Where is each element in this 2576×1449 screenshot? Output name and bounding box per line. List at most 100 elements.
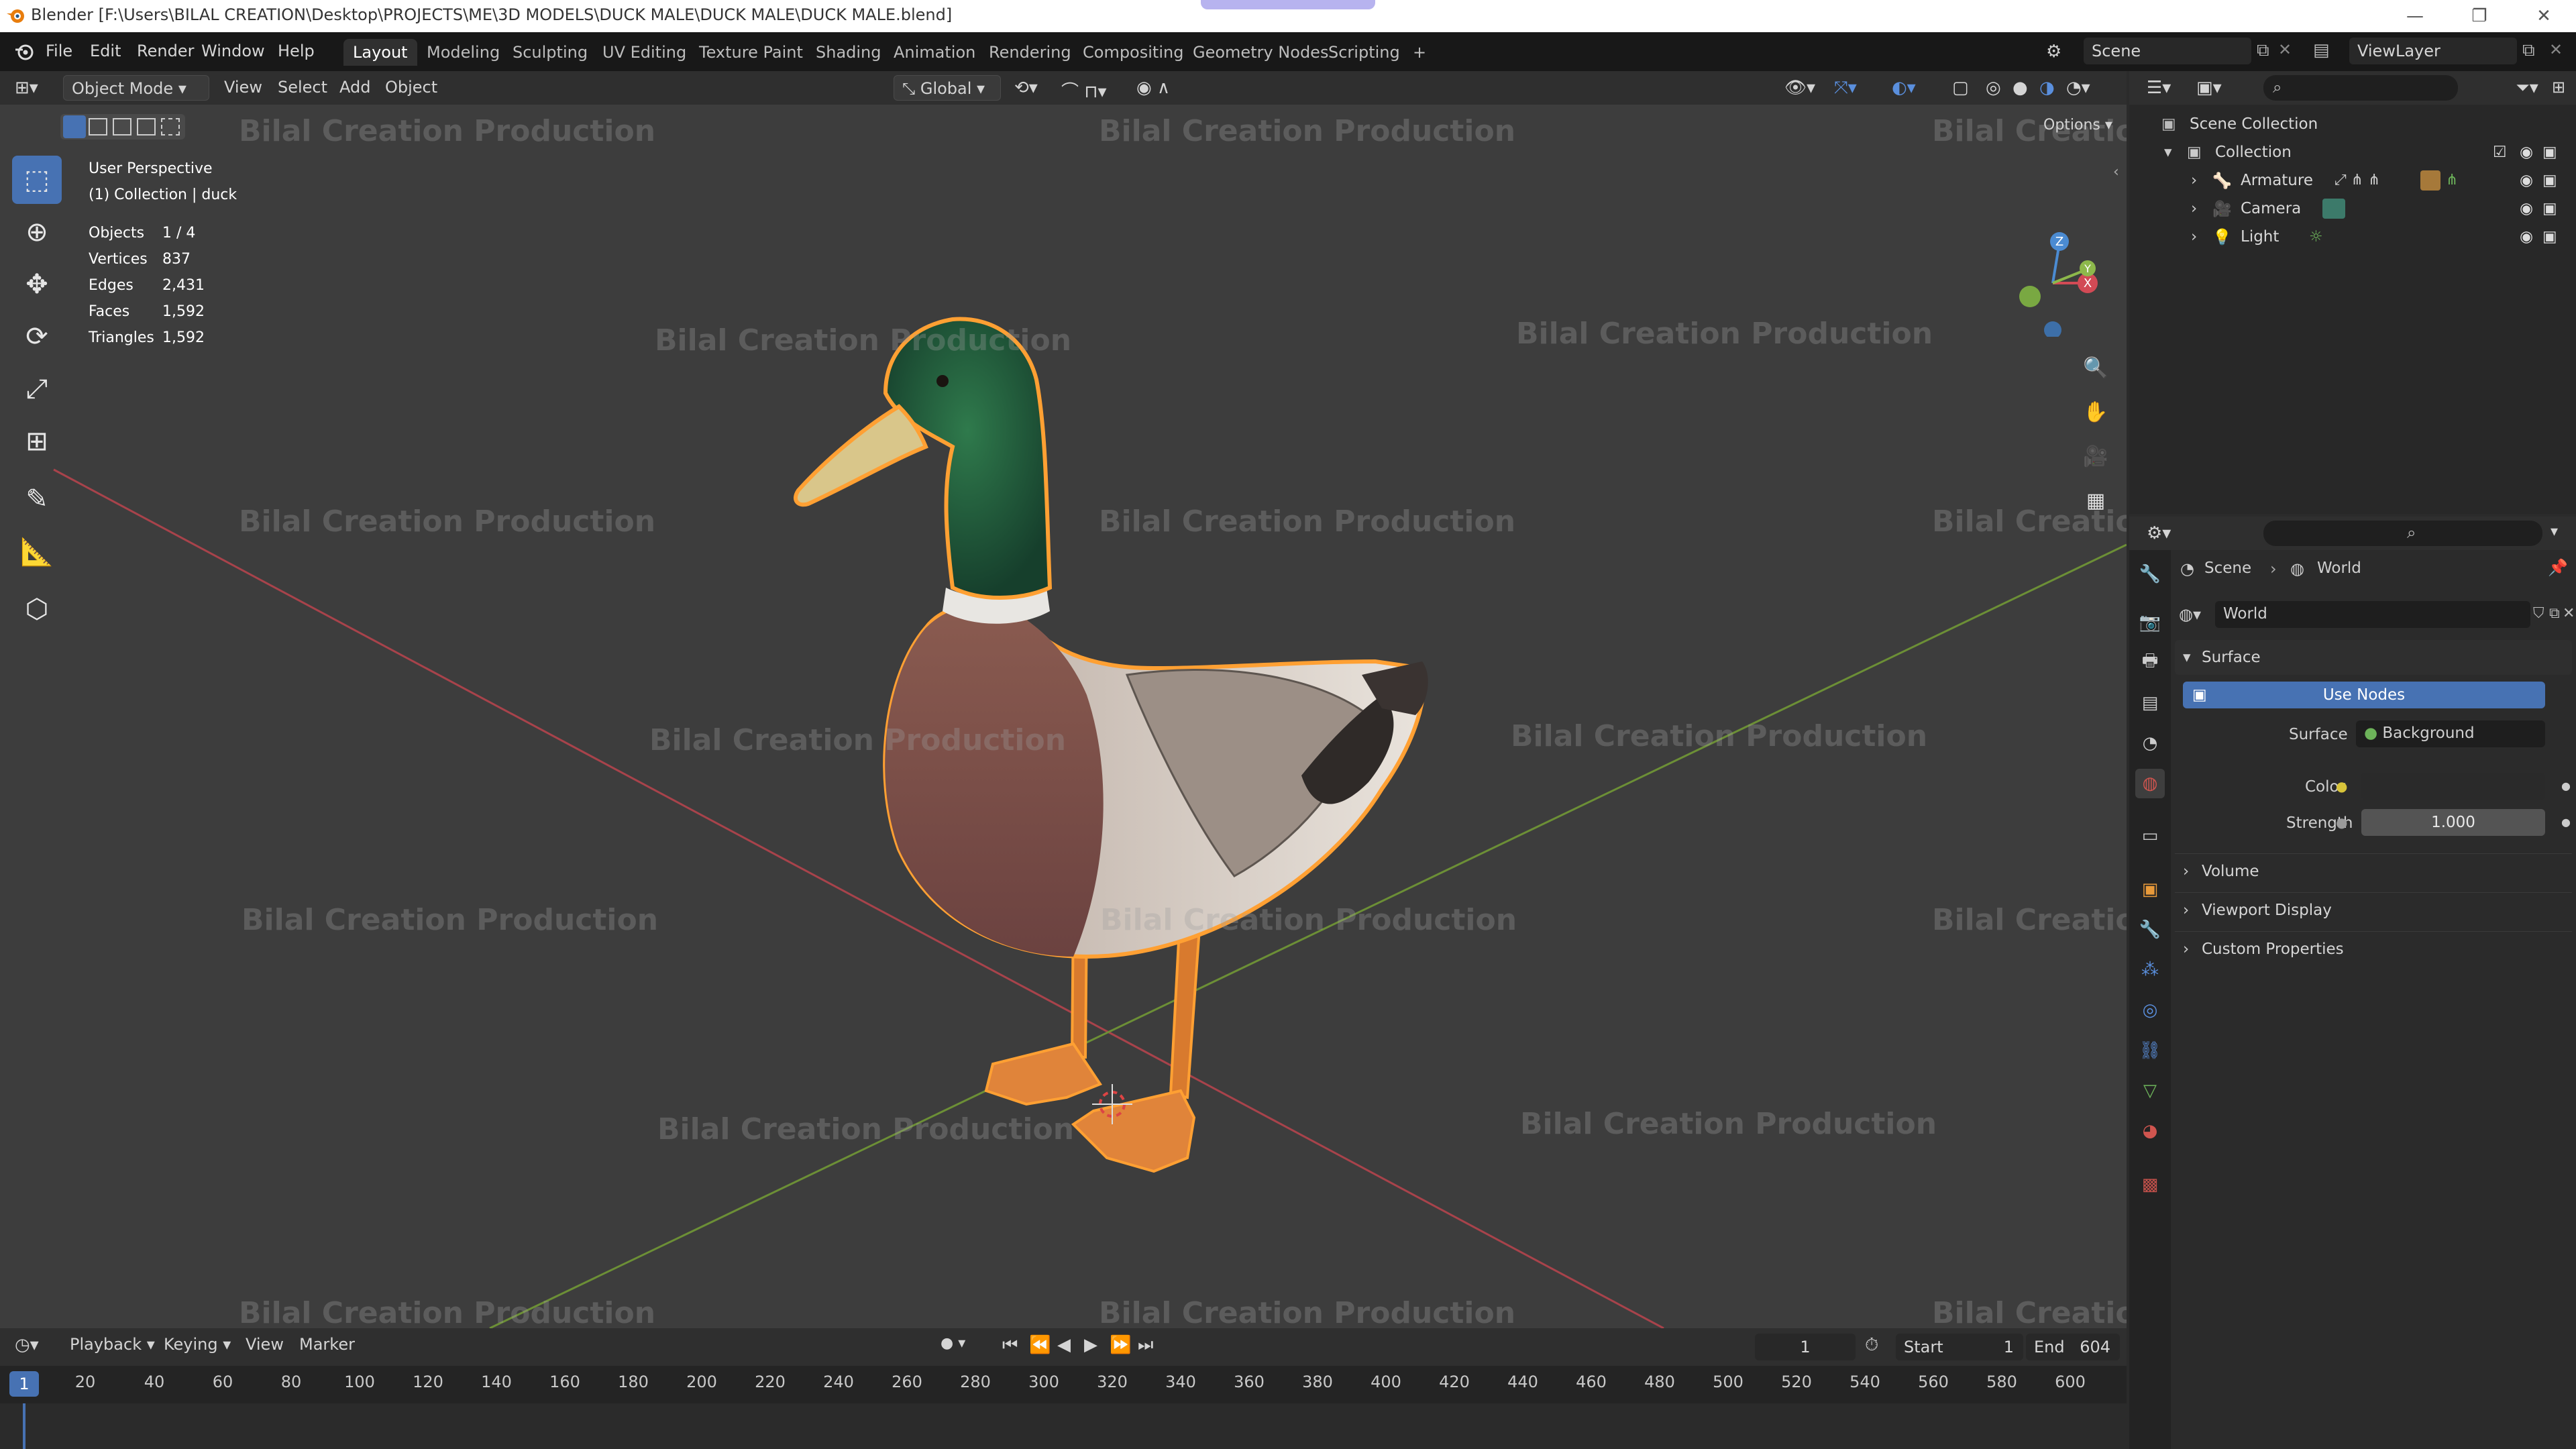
menu-object[interactable]: Object xyxy=(385,78,437,97)
cursor-tool-icon[interactable]: ⊕ xyxy=(12,208,62,256)
pan-hand-icon[interactable]: ✋ xyxy=(2078,394,2113,429)
jump-start-icon[interactable]: ⏮ xyxy=(1002,1335,1018,1356)
unlink-world-icon[interactable]: ✕ xyxy=(2563,605,2575,622)
render-tab-icon[interactable]: 📷 xyxy=(2135,608,2165,637)
select-subtract-icon[interactable] xyxy=(113,118,131,136)
material-tab-icon[interactable]: ◕ xyxy=(2135,1116,2165,1146)
menu-view[interactable]: View xyxy=(224,78,262,97)
outliner-editor-type-icon[interactable]: ☰▾ xyxy=(2147,78,2171,98)
properties-editor-type-icon[interactable]: ⚙▾ xyxy=(2147,523,2171,543)
expand-chevron-icon[interactable]: › xyxy=(2191,200,2197,217)
new-world-icon[interactable]: ⧉ xyxy=(2549,605,2560,622)
new-scene-icon[interactable]: ⧉ xyxy=(2257,40,2269,61)
properties-search-input[interactable]: ⌕ xyxy=(2263,521,2542,546)
visibility-eye-icon[interactable]: ◉ xyxy=(2520,228,2533,246)
properties-options-chevron-icon[interactable]: ▾ xyxy=(2551,523,2558,540)
tab-texture-paint[interactable]: Texture Paint xyxy=(690,39,812,66)
delete-view-layer-icon[interactable]: ✕ xyxy=(2549,40,2563,59)
tab-modeling[interactable]: Modeling xyxy=(417,39,509,66)
tool-tab-icon[interactable]: 🔧 xyxy=(2135,559,2165,589)
world-name-field[interactable]: World xyxy=(2215,601,2530,628)
overlay-toggle-icon[interactable]: ◐▾ xyxy=(1892,78,1916,98)
visibility-eye-icon[interactable]: ◉ xyxy=(2520,200,2533,217)
new-collection-icon[interactable]: ⊞ xyxy=(2552,78,2565,97)
light-data-icon[interactable]: ☼ xyxy=(2309,228,2323,246)
sidebar-toggle-chevron-icon[interactable]: ‹ xyxy=(2113,164,2119,180)
outliner-item-armature[interactable]: › 🦴 Armature ⤢ ⋔ ⋔ ⋔ ◉ ▣ xyxy=(2129,166,2576,195)
material-shading-icon[interactable]: ◑ xyxy=(2039,78,2055,98)
outliner-scene-collection[interactable]: ▣ Scene Collection xyxy=(2129,110,2576,138)
expand-chevron-icon[interactable]: › xyxy=(2191,172,2197,189)
add-cube-tool-icon[interactable]: ⬡ xyxy=(12,585,62,633)
blender-menu-icon[interactable] xyxy=(13,42,35,63)
tab-geometry-nodes[interactable]: Geometry Nodes xyxy=(1183,39,1338,66)
rendered-shading-icon[interactable]: ◔▾ xyxy=(2066,78,2090,98)
menu-edit[interactable]: Edit xyxy=(90,42,121,60)
options-dropdown[interactable]: Options ▾ xyxy=(2043,117,2112,133)
playhead-line[interactable] xyxy=(23,1403,25,1449)
outliner-item-camera[interactable]: › 🎥 Camera ◉ ▣ xyxy=(2129,195,2576,223)
bone-child-icon[interactable]: ⋔ xyxy=(2446,172,2458,189)
timeline-view-menu[interactable]: View xyxy=(246,1335,284,1354)
viewport-display-section-header[interactable]: › Viewport Display xyxy=(2175,892,2572,927)
filter-icon[interactable]: ⏷▾ xyxy=(2516,78,2538,99)
scene-name-field[interactable]: Scene xyxy=(2084,38,2251,64)
view-layer-tab-icon[interactable]: ▤ xyxy=(2135,688,2165,718)
outliner-search-input[interactable]: ⌕ xyxy=(2263,75,2458,101)
measure-tool-icon[interactable]: 📐 xyxy=(12,527,62,576)
collection-tab-icon[interactable]: ▭ xyxy=(2135,821,2165,851)
navigation-gizmo[interactable]: Z X Y xyxy=(2006,223,2100,337)
menu-window[interactable]: Window xyxy=(201,42,265,60)
close-button[interactable]: ✕ xyxy=(2512,0,2576,32)
display-mode-icon[interactable]: ▣▾ xyxy=(2196,78,2222,98)
scene-selector-icon[interactable]: ⚙ xyxy=(2046,42,2061,62)
camera-data-icon[interactable] xyxy=(2322,199,2345,219)
new-view-layer-icon[interactable]: ⧉ xyxy=(2522,40,2535,61)
timeline-ruler[interactable]: 1 20 40 60 80 100 120 140 160 180 200 22… xyxy=(0,1366,2127,1403)
outliner-collection[interactable]: ▾ ▣ Collection ☑ ◉ ▣ xyxy=(2129,138,2576,166)
current-frame-indicator[interactable]: 1 xyxy=(9,1371,39,1397)
pivot-point-icon[interactable]: ⟲▾ xyxy=(1014,78,1038,98)
texture-tab-icon[interactable]: ▩ xyxy=(2135,1170,2165,1199)
constraint-tab-icon[interactable]: ⛓ xyxy=(2135,1036,2165,1065)
collapse-chevron-icon[interactable]: ▾ xyxy=(2164,144,2172,161)
menu-render[interactable]: Render xyxy=(137,42,194,60)
select-intersect-icon[interactable] xyxy=(161,118,180,136)
custom-properties-section-header[interactable]: › Custom Properties xyxy=(2175,931,2572,966)
play-reverse-icon[interactable]: ◀ xyxy=(1057,1335,1071,1355)
start-frame-field[interactable]: Start 1 xyxy=(1896,1334,2023,1360)
render-camera-icon[interactable]: ▣ xyxy=(2542,228,2557,246)
preview-range-icon[interactable]: ⏱ xyxy=(1865,1335,1878,1356)
render-camera-icon[interactable]: ▣ xyxy=(2542,200,2557,217)
xray-icon[interactable]: ▢ xyxy=(1952,78,1969,98)
minimize-button[interactable]: — xyxy=(2383,0,2447,32)
timeline-editor-type-icon[interactable]: ◷▾ xyxy=(15,1335,39,1355)
tab-rendering[interactable]: Rendering xyxy=(979,39,1081,66)
surface-section-header[interactable]: ▾ Surface xyxy=(2175,640,2572,675)
transform-tool-icon[interactable]: ⊞ xyxy=(12,417,62,466)
orientation-dropdown[interactable]: ⤡ Global ▾ xyxy=(894,75,1001,101)
collection-checkbox[interactable]: ☑ xyxy=(2493,144,2507,161)
tab-sculpting[interactable]: Sculpting xyxy=(503,39,597,66)
menu-add[interactable]: Add xyxy=(339,78,370,97)
current-frame-field[interactable]: 1 xyxy=(1755,1334,1856,1360)
menu-file[interactable]: File xyxy=(46,42,72,60)
visibility-eye-icon[interactable]: ◉ xyxy=(2520,172,2533,189)
tab-scripting[interactable]: Scripting xyxy=(1319,39,1409,66)
visibility-icon[interactable]: 👁▾ xyxy=(1784,78,1815,98)
select-invert-icon[interactable] xyxy=(137,118,156,136)
editor-type-icon[interactable]: ⊞▾ xyxy=(15,78,38,98)
select-box-tool-icon[interactable]: ⬚ xyxy=(12,156,62,204)
render-camera-icon[interactable]: ▣ xyxy=(2542,144,2557,161)
add-workspace-button[interactable]: + xyxy=(1403,39,1436,66)
play-icon[interactable]: ▶ xyxy=(1084,1335,1097,1355)
volume-section-header[interactable]: › Volume xyxy=(2175,853,2572,888)
jump-keyframe-back-icon[interactable]: ⏪ xyxy=(1029,1335,1051,1355)
tab-shading[interactable]: Shading xyxy=(806,39,891,66)
wireframe-shading-icon[interactable]: ◎ xyxy=(1986,78,2001,98)
solid-shading-icon[interactable]: ● xyxy=(2012,78,2028,98)
maximize-button[interactable]: ❐ xyxy=(2447,0,2512,32)
gizmo-toggle-icon[interactable]: ⤧▾ xyxy=(1834,78,1857,99)
view-layer-icon[interactable]: ▤ xyxy=(2313,40,2330,60)
strength-field[interactable]: 1.000 xyxy=(2361,809,2545,836)
